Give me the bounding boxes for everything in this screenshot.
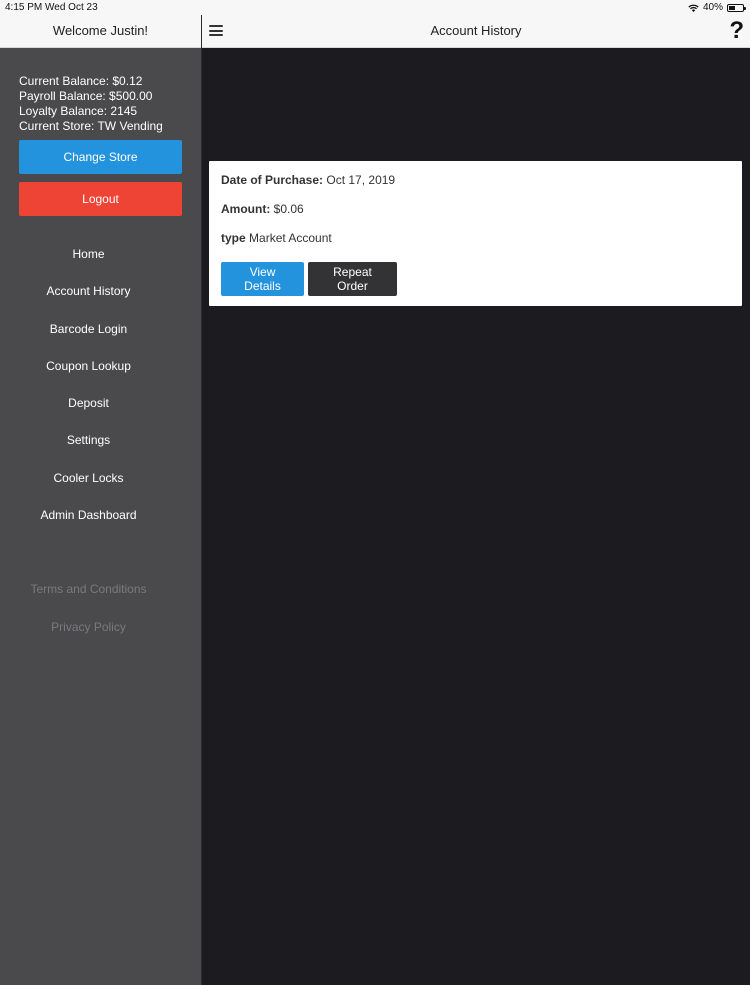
bottom-strip: [0, 985, 750, 1000]
battery-icon: [727, 3, 746, 12]
sidebar-footer: Terms and Conditions Privacy Policy: [0, 571, 201, 646]
terms-link[interactable]: Terms and Conditions: [0, 571, 177, 608]
sidebar-item-admin-dashboard[interactable]: Admin Dashboard: [0, 497, 177, 534]
help-icon[interactable]: ?: [729, 16, 744, 46]
battery-percent: 40%: [702, 2, 723, 13]
current-balance: Current Balance: $0.12: [19, 74, 143, 88]
page-title: Account History: [430, 23, 522, 38]
sidebar-item-coupon-lookup[interactable]: Coupon Lookup: [0, 348, 177, 385]
status-time-date: 4:15 PM Wed Oct 23: [5, 2, 98, 13]
purchase-type-row: type Market Account: [221, 231, 730, 260]
status-right: 40%: [688, 0, 746, 15]
privacy-link[interactable]: Privacy Policy: [0, 609, 177, 646]
view-details-button[interactable]: View Details: [221, 262, 304, 296]
loyalty-balance: Loyalty Balance: 2145: [19, 104, 138, 118]
main-content: Date of Purchase: Oct 17, 2019 Amount: $…: [202, 48, 750, 985]
purchase-amount-label: Amount:: [221, 202, 271, 216]
purchase-amount-row: Amount: $0.06: [221, 202, 730, 231]
purchase-type-label: type: [221, 231, 246, 245]
current-store: Current Store: TW Vending: [19, 119, 163, 133]
purchase-date-row: Date of Purchase: Oct 17, 2019: [221, 173, 730, 202]
purchase-date-value: Oct 17, 2019: [326, 173, 396, 187]
status-bar: 4:15 PM Wed Oct 23 40%: [0, 0, 750, 15]
change-store-button[interactable]: Change Store: [19, 140, 182, 174]
sidebar-item-deposit[interactable]: Deposit: [0, 385, 177, 422]
sidebar-nav: Home Account History Barcode Login Coupo…: [0, 236, 201, 534]
sidebar-item-cooler-locks[interactable]: Cooler Locks: [0, 460, 177, 497]
wifi-icon: [688, 4, 699, 12]
repeat-order-button[interactable]: Repeat Order: [308, 262, 397, 296]
purchase-type-value: Market Account: [249, 231, 332, 245]
payroll-balance: Payroll Balance: $500.00: [19, 89, 153, 103]
purchase-card: Date of Purchase: Oct 17, 2019 Amount: $…: [209, 161, 742, 306]
balance-info: Current Balance: $0.12 Payroll Balance: …: [19, 74, 201, 134]
sidebar-item-home[interactable]: Home: [0, 236, 177, 273]
purchase-date-label: Date of Purchase:: [221, 173, 324, 187]
sidebar-item-barcode-login[interactable]: Barcode Login: [0, 311, 177, 348]
welcome-message: Welcome Justin!: [0, 15, 201, 48]
logout-button[interactable]: Logout: [19, 182, 182, 216]
sidebar: Welcome Justin! Current Balance: $0.12 P…: [0, 15, 202, 985]
purchase-amount-value: $0.06: [273, 202, 304, 216]
sidebar-item-settings[interactable]: Settings: [0, 422, 177, 459]
purchase-actions: View Details Repeat Order: [221, 262, 730, 296]
sidebar-item-account-history[interactable]: Account History: [0, 273, 177, 310]
top-bar: Account History ?: [202, 15, 750, 48]
